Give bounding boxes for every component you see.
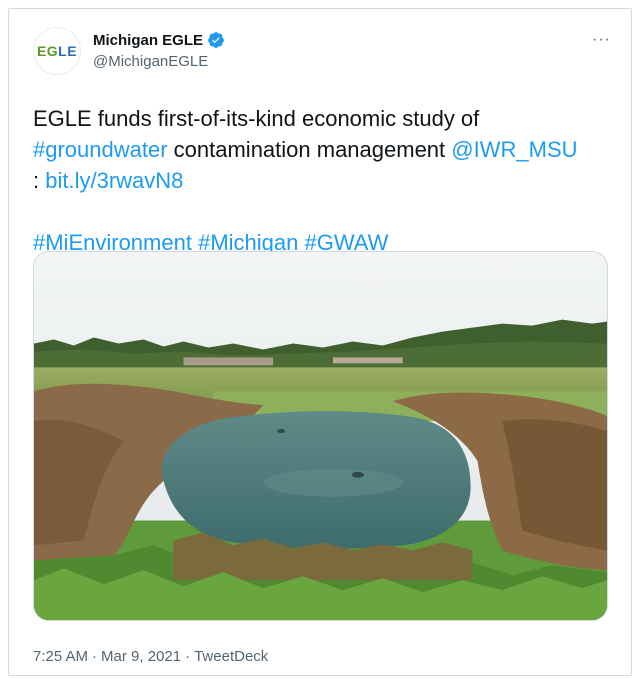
mention-link-iwr-msu[interactable]: @IWR_MSU bbox=[451, 137, 577, 162]
tweet-text-paragraph: EGLE funds first-of-its-kind economic st… bbox=[33, 103, 618, 196]
author-name-row: Michigan EGLE bbox=[93, 31, 225, 49]
author-display-name[interactable]: Michigan EGLE bbox=[93, 32, 203, 49]
author-handle[interactable]: @MichiganEGLE bbox=[93, 53, 208, 70]
verified-badge-icon bbox=[207, 31, 225, 49]
tweet-source[interactable]: TweetDeck bbox=[194, 648, 268, 665]
meta-separator: · bbox=[92, 648, 98, 665]
tweet-photo[interactable] bbox=[33, 251, 608, 621]
tweet-card[interactable]: EGLE Michigan EGLE @MichiganEGLE ··· EGL… bbox=[8, 8, 632, 676]
photo-pond-illustration bbox=[34, 252, 607, 620]
tweet-date[interactable]: Mar 9, 2021 bbox=[101, 648, 181, 665]
avatar[interactable]: EGLE bbox=[33, 27, 81, 75]
hashtag-link-groundwater[interactable]: #groundwater bbox=[33, 137, 168, 162]
tweet-text: EGLE funds first-of-its-kind economic st… bbox=[33, 103, 618, 258]
meta-separator: · bbox=[185, 648, 191, 665]
tweet-text-colon: : bbox=[33, 168, 46, 193]
avatar-logo: EGLE bbox=[36, 43, 78, 59]
tweet-metadata: 7:25 AM · Mar 9, 2021 · TweetDeck bbox=[33, 648, 268, 665]
tweet-text-segment: contamination management bbox=[167, 137, 452, 162]
tweet-text-segment: EGLE funds first-of-its-kind economic st… bbox=[33, 106, 480, 131]
url-link[interactable]: bit.ly/3rwavN8 bbox=[45, 168, 183, 193]
tweet-time[interactable]: 7:25 AM bbox=[33, 648, 88, 665]
more-options-icon[interactable]: ··· bbox=[592, 31, 611, 49]
